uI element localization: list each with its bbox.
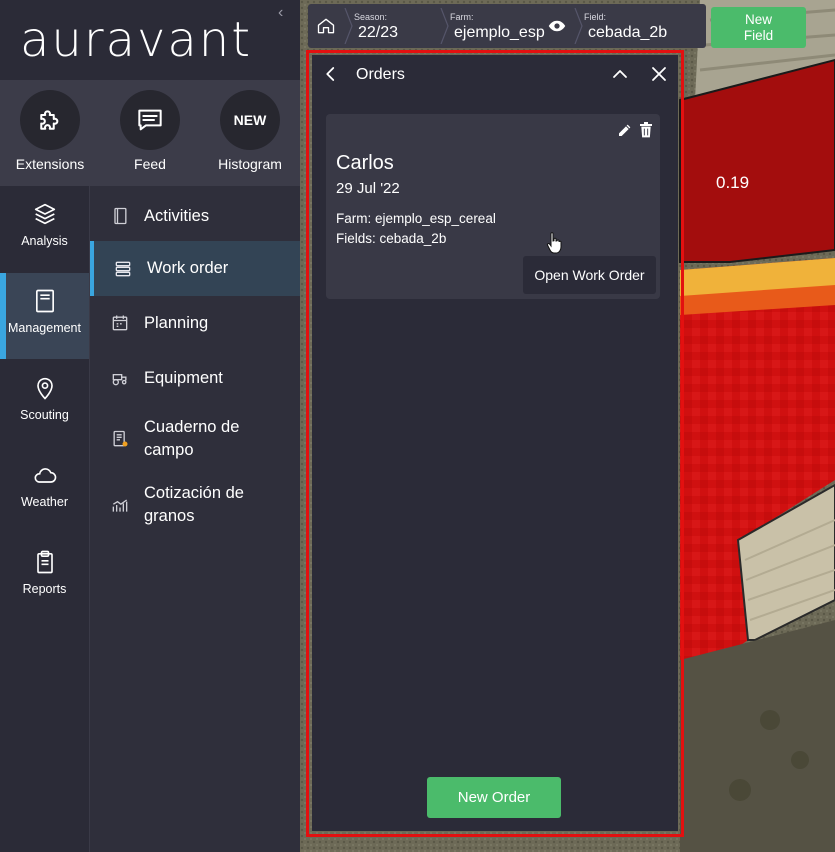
home-icon [317, 18, 335, 34]
order-assignee: Carlos [336, 152, 394, 174]
nav-item-reports[interactable]: Reports [0, 534, 89, 620]
submenu-label-planning: Planning [144, 313, 209, 332]
field-label: Field: [584, 12, 607, 22]
new-order-button[interactable]: New Order [427, 777, 561, 818]
home-button[interactable] [308, 4, 344, 48]
eye-icon[interactable] [548, 19, 566, 33]
new-field-line-2: Field [743, 28, 774, 43]
nav-label-analysis: Analysis [21, 234, 68, 248]
season-value: 22/23 [358, 24, 399, 41]
order-card[interactable]: Carlos 29 Jul '22 Farm: ejemplo_esp_cere… [326, 114, 660, 299]
breadcrumb-separator [574, 8, 583, 44]
feed-label: Feed [134, 156, 166, 172]
nav-label-weather: Weather [20, 495, 68, 509]
logo-area: auravant ‹ [0, 0, 300, 80]
calendar-icon [112, 315, 128, 331]
nav-label-reports: Reports [22, 582, 67, 596]
new-badge: NEW [220, 90, 280, 150]
nav-label-management: Management [8, 321, 81, 335]
sidebar: auravant ‹ Extensions Feed NEW Histogram [0, 0, 300, 852]
document-icon [113, 430, 128, 447]
map-pin-icon [36, 377, 53, 400]
server-stack-icon [115, 261, 131, 276]
submenu-item-planning[interactable]: Planning [90, 311, 300, 335]
nav-item-management[interactable]: Management [0, 273, 89, 359]
main-nav: Analysis Management Scouting Weather Rep… [0, 186, 90, 852]
nav-item-weather[interactable]: Weather [0, 447, 89, 533]
order-farm: Farm: ejemplo_esp_cereal [336, 211, 496, 226]
breadcrumb-separator [344, 8, 353, 44]
collapse-sidebar-button[interactable]: ‹ [278, 4, 283, 22]
new-field-line-1: New [744, 12, 772, 27]
edit-pencil-icon[interactable] [617, 122, 633, 138]
quick-actions-row: Extensions Feed NEW Histogram [0, 80, 300, 186]
nav-item-analysis[interactable]: Analysis [0, 186, 89, 272]
close-icon[interactable] [650, 65, 668, 83]
season-selector[interactable]: Season: 22/23 [354, 4, 444, 48]
nav-item-scouting[interactable]: Scouting [0, 360, 89, 446]
orders-panel: Orders Carlos 29 Jul '22 Farm: ejemplo_e… [312, 55, 678, 831]
clipboard-icon [36, 550, 53, 574]
histogram-button[interactable]: NEW Histogram [205, 90, 295, 172]
cloud-icon [34, 468, 56, 483]
chevron-up-icon[interactable] [610, 65, 630, 83]
submenu-label-cuaderno-de-campo: Cuaderno de campo [144, 418, 240, 459]
map-zone-value: 0.19 [716, 173, 750, 192]
submenu-label-work-order: Work order [147, 259, 229, 277]
tractor-icon [112, 374, 127, 386]
field-selector[interactable]: Field: cebada_2b [584, 4, 704, 48]
puzzle-icon [20, 90, 80, 150]
management-submenu: Activities Work order Planning Equipment… [90, 186, 300, 852]
field-value: cebada_2b [588, 24, 668, 41]
order-fields: Fields: cebada_2b [336, 231, 447, 246]
submenu-item-equipment[interactable]: Equipment [90, 366, 300, 390]
submenu-item-activities[interactable]: Activities [90, 204, 300, 228]
submenu-item-work-order[interactable]: Work order [90, 241, 300, 296]
chart-icon [112, 499, 128, 512]
panel-title: Orders [356, 66, 405, 83]
farm-label: Farm: [450, 12, 474, 22]
extensions-button[interactable]: Extensions [5, 90, 95, 172]
order-date: 29 Jul '22 [336, 180, 400, 197]
new-field-button[interactable]: New Field [711, 7, 806, 48]
submenu-label-cotizacion-de-granos: Cotización de granos [144, 484, 244, 525]
feed-button[interactable]: Feed [105, 90, 195, 172]
back-arrow-icon[interactable] [322, 65, 340, 83]
extensions-label: Extensions [15, 156, 85, 172]
open-work-order-button[interactable]: Open Work Order [523, 256, 656, 294]
submenu-label-equipment: Equipment [144, 368, 223, 387]
book-icon [114, 207, 127, 225]
notebook-icon [35, 289, 54, 313]
hand-pointer-icon [546, 232, 562, 254]
breadcrumb-separator [440, 8, 449, 44]
breadcrumb-bar: Season: 22/23 Farm: ejemplo_esp Field: c… [308, 4, 706, 48]
submenu-label-activities: Activities [144, 206, 210, 225]
logo: auravant [20, 12, 253, 68]
layers-icon [34, 203, 55, 225]
message-icon [120, 90, 180, 150]
nav-label-scouting: Scouting [20, 408, 69, 422]
submenu-item-cotizacion-de-granos[interactable]: Cotización de granos [90, 480, 300, 530]
trash-icon[interactable] [639, 122, 653, 138]
farm-value: ejemplo_esp [454, 24, 545, 41]
submenu-item-cuaderno-de-campo[interactable]: Cuaderno de campo [90, 414, 300, 464]
histogram-label: Histogram [218, 156, 282, 172]
season-label: Season: [354, 12, 388, 22]
